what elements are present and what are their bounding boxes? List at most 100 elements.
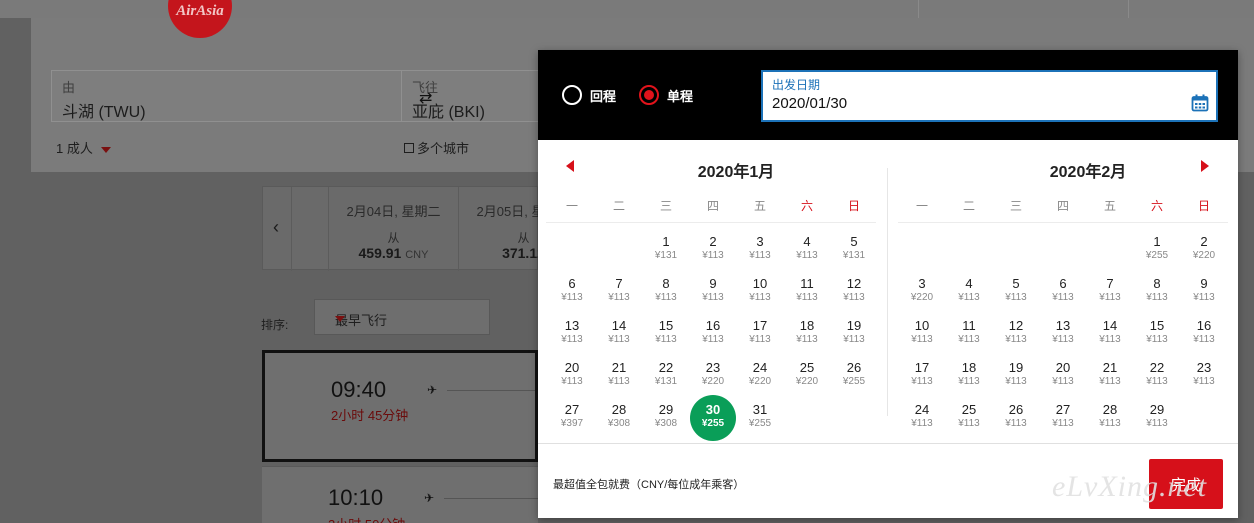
calendar-day[interactable]: 18 ¥113 [784,314,830,354]
calendar-day[interactable]: 23 ¥113 [1181,356,1227,396]
next-month-icon[interactable] [1201,160,1209,172]
calendar-day[interactable]: 21 ¥113 [596,356,642,396]
calendar-day[interactable]: 15 ¥113 [1134,314,1180,354]
day-number: 28 [1102,402,1118,417]
calendar-day[interactable]: 14 ¥113 [1087,314,1133,354]
calendar-day[interactable]: 19 ¥113 [831,314,877,354]
calendar-day[interactable]: 26 ¥113 [993,398,1039,438]
calendar-day[interactable]: 3 ¥220 [899,272,945,312]
calendar-day[interactable]: 21 ¥113 [1087,356,1133,396]
one-way-label: 单程 [667,88,694,104]
day-price: ¥308 [654,418,678,429]
date-bar-price-value: 459.91 [358,245,402,261]
day-price: ¥113 [843,292,865,303]
flight-card[interactable]: 10:10 2小时 50分钟 ✈ [262,466,538,523]
calendar-day[interactable]: 4 ¥113 [784,230,830,270]
prev-month-icon[interactable] [566,160,574,172]
calendar-day[interactable]: 25 ¥113 [946,398,992,438]
day-price: ¥113 [1052,418,1074,429]
calendar-day[interactable]: 29 ¥113 [1134,398,1180,438]
done-button[interactable]: 完成 [1149,459,1223,509]
calendar-day[interactable]: 11 ¥113 [784,272,830,312]
passenger-selector[interactable]: 1 成人 [56,138,111,157]
calendar-day[interactable]: 24 ¥113 [899,398,945,438]
day-number: 10 [914,318,930,333]
calendar-day[interactable]: 19 ¥113 [993,356,1039,396]
calendar-day[interactable]: 10 ¥113 [737,272,783,312]
calendar-day[interactable]: 27 ¥397 [549,398,595,438]
date-bar-day[interactable]: 2月04日, 星期二 从 459.91 CNY [328,187,458,271]
calendar-day[interactable]: 17 ¥113 [899,356,945,396]
calendar-day[interactable]: 13 ¥113 [1040,314,1086,354]
calendar-day[interactable]: 8 ¥113 [643,272,689,312]
calendar-day[interactable]: 6 ¥113 [1040,272,1086,312]
calendar-day[interactable]: 9 ¥113 [690,272,736,312]
calendar-day[interactable]: 24 ¥220 [737,356,783,396]
day-price: ¥113 [958,376,980,387]
radio-checked-icon [639,85,659,105]
calendar-day[interactable]: 26 ¥255 [831,356,877,396]
departure-date-field[interactable]: 出发日期 [761,70,1218,122]
calendar-day[interactable]: 20 ¥113 [549,356,595,396]
date-bar-prev-slot[interactable] [291,187,327,271]
day-price: ¥113 [749,334,771,345]
calendar-day[interactable]: 22 ¥113 [1134,356,1180,396]
calendar-day[interactable]: 9 ¥113 [1181,272,1227,312]
round-trip-radio[interactable]: 回程 [562,85,616,105]
day-price: ¥220 [701,376,725,387]
day-number: 26 [1008,402,1024,417]
calendar-day[interactable]: 31 ¥255 [737,398,783,438]
calendar-day-selected[interactable]: 30 ¥255 [690,395,736,441]
departure-date-input[interactable] [772,95,1152,112]
calendar-day[interactable]: 15 ¥113 [643,314,689,354]
calendar-day[interactable]: 7 ¥113 [1087,272,1133,312]
calendar-day[interactable]: 6 ¥113 [549,272,595,312]
calendar-day[interactable]: 22 ¥131 [643,356,689,396]
calendar-day[interactable]: 28 ¥308 [596,398,642,438]
sort-select[interactable]: 最早飞行 [314,299,490,335]
day-number: 22 [1149,360,1165,375]
calendar-day[interactable]: 3 ¥113 [737,230,783,270]
calendar-day[interactable]: 25 ¥220 [784,356,830,396]
one-way-radio[interactable]: 单程 [639,85,693,105]
calendar-day[interactable]: 13 ¥113 [549,314,595,354]
calendar-day[interactable]: 4 ¥113 [946,272,992,312]
calendar-day[interactable]: 20 ¥113 [1040,356,1086,396]
calendar-day[interactable]: 1 ¥255 [1134,230,1180,270]
nav-divider [1128,0,1129,18]
day-price: ¥113 [796,250,818,261]
calendar-day[interactable]: 2 ¥113 [690,230,736,270]
multi-city-link[interactable]: 多个城市 [404,138,469,157]
day-number: 29 [658,402,674,417]
calendar-icon[interactable] [1191,94,1209,112]
calendar-day[interactable]: 23 ¥220 [690,356,736,396]
swap-route-icon[interactable]: ⇄ [419,88,432,108]
flight-card[interactable]: 09:40 2小时 45分钟 ✈ [262,350,538,462]
chevron-left-icon[interactable]: ‹ [273,217,279,238]
calendar-day[interactable]: 14 ¥113 [596,314,642,354]
calendar-day[interactable]: 1 ¥131 [643,230,689,270]
day-price: ¥131 [654,376,678,387]
calendar-day[interactable]: 11 ¥113 [946,314,992,354]
calendar-day[interactable]: 8 ¥113 [1134,272,1180,312]
calendar-day[interactable]: 12 ¥113 [993,314,1039,354]
calendar-day[interactable]: 5 ¥131 [831,230,877,270]
calendar-day[interactable]: 29 ¥308 [643,398,689,438]
day-price: ¥255 [1145,250,1169,261]
calendar-day[interactable]: 17 ¥113 [737,314,783,354]
calendar-day[interactable]: 28 ¥113 [1087,398,1133,438]
calendar-day[interactable]: 18 ¥113 [946,356,992,396]
date-price-bar: ‹ 2月04日, 星期二 从 459.91 CNY 2月05日, 星期三 从 3… [262,186,570,271]
calendar-day[interactable]: 7 ¥113 [596,272,642,312]
calendar-day[interactable]: 10 ¥113 [899,314,945,354]
calendar-day[interactable]: 16 ¥113 [690,314,736,354]
day-number: 9 [1200,276,1208,291]
origin-field[interactable]: 由 斗湖 (TWU) [51,70,402,122]
calendar-day[interactable]: 16 ¥113 [1181,314,1227,354]
calendar-day[interactable]: 12 ¥113 [831,272,877,312]
calendar-day[interactable]: 2 ¥220 [1181,230,1227,270]
day-price: ¥113 [958,418,980,429]
calendar-day[interactable]: 27 ¥113 [1040,398,1086,438]
weekday-label: 四 [706,199,719,213]
calendar-day[interactable]: 5 ¥113 [993,272,1039,312]
